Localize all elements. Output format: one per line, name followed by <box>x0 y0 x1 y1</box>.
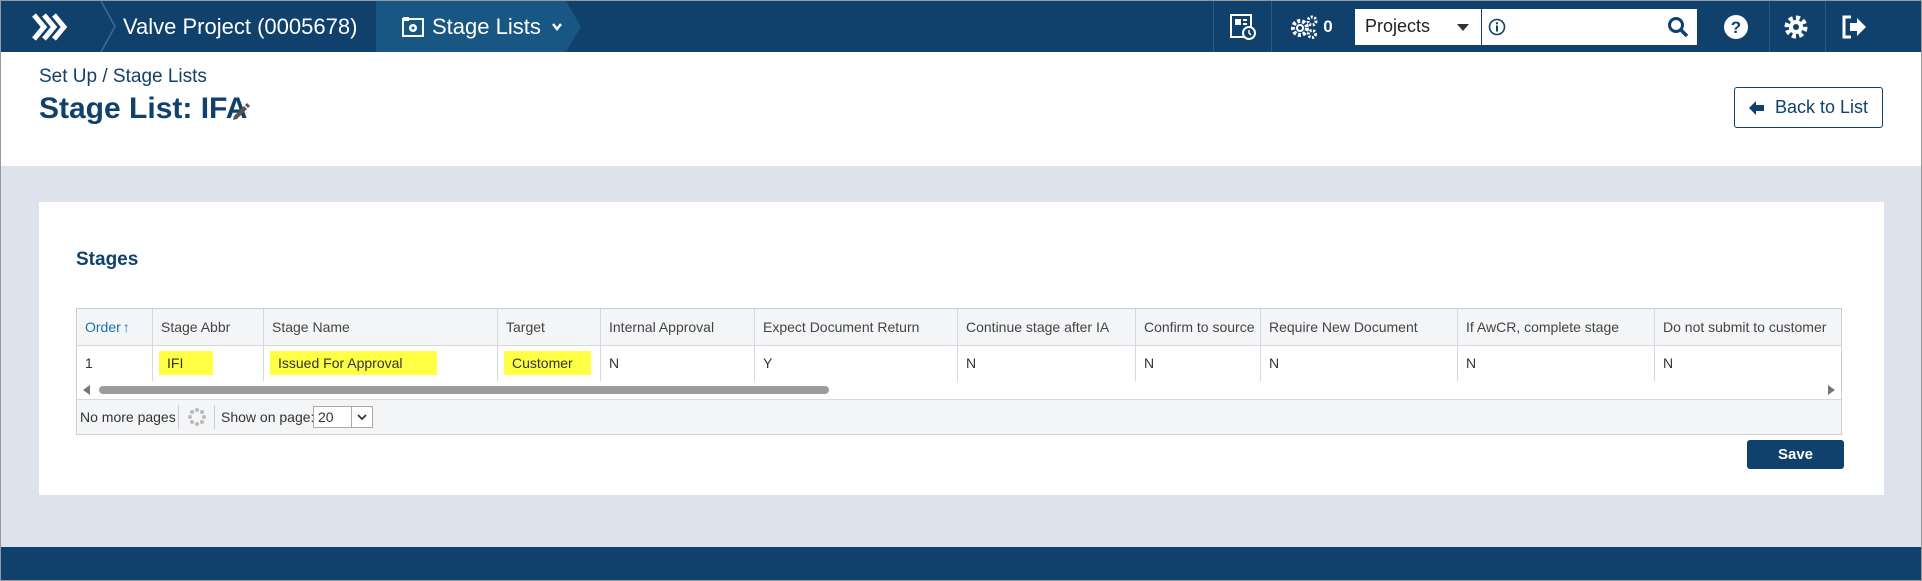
stages-card: Stages Order ↑ Stage Abbr Stage Name Tar… <box>39 202 1884 495</box>
divider <box>1825 1 1826 52</box>
background-jobs-button[interactable]: 0 <box>1283 1 1339 52</box>
cell-stage-name[interactable]: Issued For Approval <box>264 345 498 381</box>
stage-abbr-value: IFI <box>159 351 214 375</box>
cell-do-not-submit-to-customer[interactable]: N <box>1655 345 1841 381</box>
column-header-if-awcr-complete-stage[interactable]: If AwCR, complete stage <box>1458 309 1655 345</box>
gears-icon <box>1291 15 1318 39</box>
page-title: Stage List: IFA <box>39 92 248 125</box>
target-value: Customer <box>504 351 591 375</box>
divider <box>1271 1 1272 52</box>
logout-icon[interactable] <box>1834 1 1874 52</box>
column-header-order[interactable]: Order ↑ <box>77 309 153 345</box>
table-row[interactable]: 1 IFI Issued For Approval Customer N Y N… <box>77 345 1841 381</box>
column-header-expect-document-return[interactable]: Expect Document Return <box>755 309 958 345</box>
back-to-list-label: Back to List <box>1774 97 1869 117</box>
breadcrumb[interactable]: Set Up / Stage Lists <box>39 66 207 88</box>
scroll-right-arrow-icon[interactable] <box>1828 385 1835 395</box>
refresh-spinner-icon[interactable] <box>187 407 207 427</box>
info-icon[interactable] <box>1488 18 1506 36</box>
divider <box>1213 1 1214 52</box>
column-header-confirm-to-source[interactable]: Confirm to source <box>1136 309 1261 345</box>
page-size-select[interactable]: 20 <box>313 406 373 428</box>
scroll-left-arrow-icon[interactable] <box>83 385 90 395</box>
cell-require-new-document[interactable]: N <box>1261 345 1458 381</box>
breadcrumb-separator-icon <box>100 1 116 52</box>
footer-bar <box>1 547 1921 580</box>
settings-page-icon <box>402 16 424 37</box>
column-header-continue-stage-after-ia[interactable]: Continue stage after IA <box>958 309 1136 345</box>
search-input[interactable] <box>1510 12 1664 42</box>
column-header-do-not-submit-to-customer[interactable]: Do not submit to customer <box>1655 309 1841 345</box>
cell-continue-stage-after-ia[interactable]: N <box>958 345 1136 381</box>
caret-down-icon <box>1457 24 1469 31</box>
page-header: Set Up / Stage Lists Stage List: IFA Bac… <box>1 52 1921 166</box>
arrow-left-icon <box>1748 100 1764 115</box>
cell-expect-document-return[interactable]: Y <box>755 345 958 381</box>
cell-confirm-to-source[interactable]: N <box>1136 345 1261 381</box>
search-icon[interactable] <box>1667 16 1689 38</box>
horizontal-scrollbar[interactable] <box>77 381 1841 400</box>
svg-text:?: ? <box>1731 18 1741 37</box>
module-name: Stage Lists <box>432 13 541 39</box>
project-breadcrumb[interactable]: Valve Project (0005678) <box>123 1 357 52</box>
column-header-stage-name[interactable]: Stage Name <box>264 309 498 345</box>
search-box <box>1482 9 1697 45</box>
section-title: Stages <box>76 249 139 270</box>
project-name: Valve Project (0005678) <box>123 13 358 39</box>
app-logo-icon[interactable] <box>1 1 99 52</box>
column-header-stage-abbr[interactable]: Stage Abbr <box>153 309 264 345</box>
grid-header-row: Order ↑ Stage Abbr Stage Name Target Int… <box>77 309 1841 346</box>
column-header-require-new-document[interactable]: Require New Document <box>1261 309 1458 345</box>
save-button[interactable]: Save <box>1747 440 1844 469</box>
grid-pager: No more pages Show on page: 20 <box>77 400 1841 434</box>
cell-stage-abbr[interactable]: IFI <box>153 345 264 381</box>
pencil-edit-icon[interactable] <box>231 102 251 122</box>
back-to-list-button[interactable]: Back to List <box>1734 87 1883 128</box>
pager-status: No more pages <box>80 409 176 425</box>
cell-if-awcr-complete-stage[interactable]: N <box>1458 345 1655 381</box>
help-icon[interactable]: ? <box>1716 1 1756 52</box>
top-navigation-bar: Valve Project (0005678) Stage Lists 0 Pr… <box>1 1 1921 52</box>
cell-target[interactable]: Customer <box>498 345 601 381</box>
divider <box>178 405 179 429</box>
page-size-value: 20 <box>318 409 334 425</box>
module-breadcrumb[interactable]: Stage Lists <box>376 1 581 52</box>
divider <box>1769 1 1770 52</box>
chevron-down-icon <box>351 407 372 427</box>
column-header-internal-approval[interactable]: Internal Approval <box>601 309 755 345</box>
chevron-down-icon <box>551 22 562 31</box>
divider <box>214 405 215 429</box>
cell-internal-approval[interactable]: N <box>601 345 755 381</box>
stages-grid: Order ↑ Stage Abbr Stage Name Target Int… <box>76 308 1842 435</box>
scrollbar-thumb[interactable] <box>99 386 829 394</box>
scheduled-reports-icon[interactable] <box>1223 1 1263 52</box>
cell-order: 1 <box>77 345 153 381</box>
jobs-count: 0 <box>1323 16 1333 36</box>
scope-select-value: Projects <box>1365 16 1431 36</box>
page-size-label: Show on page: <box>221 409 315 425</box>
settings-gear-icon[interactable] <box>1776 1 1816 52</box>
column-header-target[interactable]: Target <box>498 309 601 345</box>
stage-name-value: Issued For Approval <box>270 351 437 375</box>
scope-select[interactable]: Projects <box>1355 9 1481 45</box>
sort-ascending-icon: ↑ <box>122 319 130 335</box>
